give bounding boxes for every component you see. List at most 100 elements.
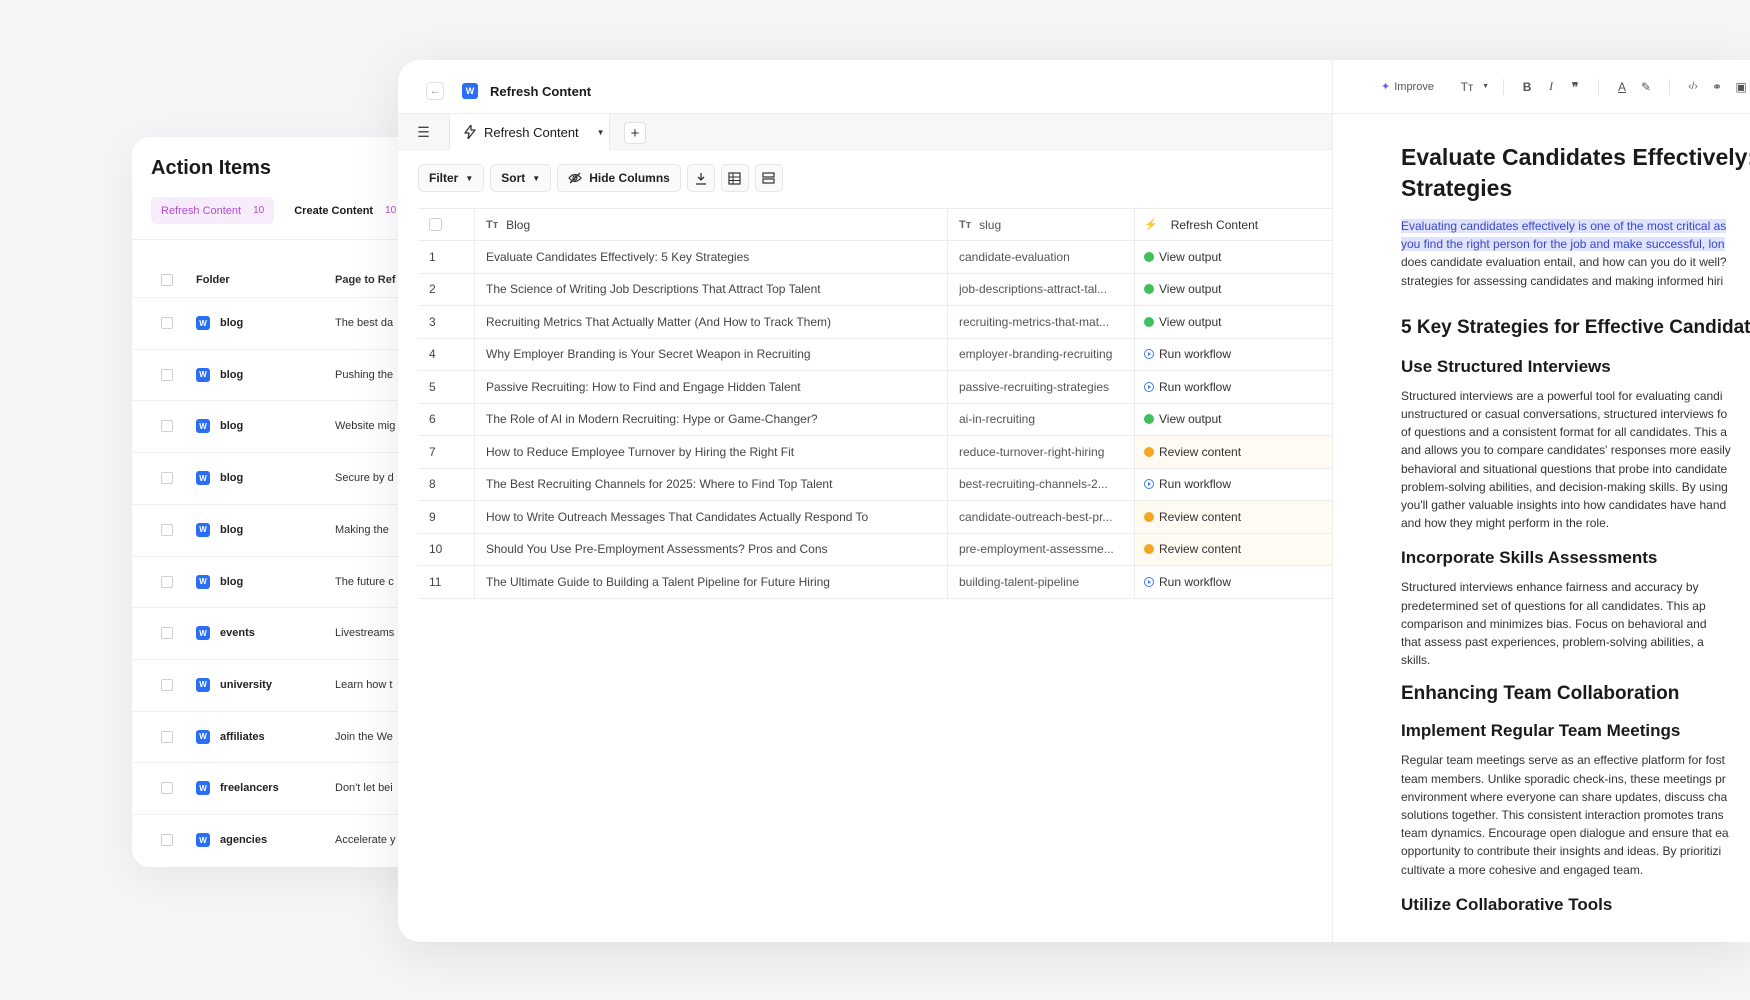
status-action-link[interactable]: Run workflow [1159,575,1231,589]
blog-title-cell[interactable]: How to Reduce Employee Turnover by Hirin… [475,436,948,468]
table-row[interactable]: 10 Should You Use Pre-Employment Assessme… [418,533,1332,566]
row-checkbox[interactable] [161,782,173,795]
status-action-link[interactable]: Review content [1159,510,1241,524]
row-checkbox[interactable] [161,575,173,588]
status-action-link[interactable]: Review content [1159,445,1241,459]
blog-title-cell[interactable]: The Best Recruiting Channels for 2025: W… [475,468,948,500]
hide-columns-button[interactable]: Hide Columns [557,164,681,192]
status-cell[interactable]: Review content [1135,533,1332,565]
status-cell[interactable]: Run workflow [1135,339,1332,371]
blog-title-cell[interactable]: Passive Recruiting: How to Find and Enga… [475,371,948,403]
webflow-logo-icon: W [196,781,210,796]
add-tab-button[interactable]: + [624,122,646,144]
improve-button[interactable]: ✦ Improve [1381,80,1434,94]
row-checkbox[interactable] [161,420,173,433]
slug-cell[interactable]: best-recruiting-channels-2... [948,468,1135,500]
table-row[interactable]: 2 The Science of Writing Job Descriptions… [418,273,1332,306]
italic-icon[interactable]: I [1542,79,1560,94]
status-cell[interactable]: View output [1135,306,1332,338]
slug-cell[interactable]: candidate-outreach-best-pr... [948,501,1135,533]
slug-cell[interactable]: candidate-evaluation [948,241,1135,273]
text-color-icon[interactable]: A [1613,80,1631,94]
table-row[interactable]: 1 Evaluate Candidates Effectively: 5 Key … [418,241,1332,274]
text-style-dropdown[interactable]: Tт [1458,80,1476,94]
status-action-link[interactable]: Run workflow [1159,347,1231,361]
status-action-link[interactable]: Run workflow [1159,477,1231,491]
select-all-checkbox[interactable] [161,274,173,286]
status-action-link[interactable]: View output [1159,250,1222,264]
row-checkbox[interactable] [161,523,173,536]
row-checkbox[interactable] [161,368,173,381]
status-cell[interactable]: View output [1135,274,1332,306]
document-body[interactable]: Evaluate Candidates Effectively: Strateg… [1401,142,1750,915]
blog-title-cell[interactable]: Should You Use Pre-Employment Assessment… [475,533,948,565]
quote-icon[interactable]: ❞ [1566,80,1584,94]
title-line: Strategies [1401,175,1513,201]
page-to-refresh: Making the [335,523,389,536]
status-cell[interactable]: Review content [1135,436,1332,468]
select-all-checkbox[interactable] [429,218,442,231]
status-action-link[interactable]: View output [1159,315,1222,329]
table-row[interactable]: 7 How to Reduce Employee Turnover by Hiri… [418,436,1332,469]
code-icon[interactable]: ‹/› [1684,81,1702,92]
table-row[interactable]: 11 The Ultimate Guide to Building a Talen… [418,566,1332,599]
status-cell[interactable]: Review content [1135,501,1332,533]
slug-cell[interactable]: reduce-turnover-right-hiring [948,436,1135,468]
webflow-logo-icon: W [196,626,210,641]
status-action-link[interactable]: Run workflow [1159,380,1231,394]
blog-title-cell[interactable]: Why Employer Branding is Your Secret Wea… [475,338,948,370]
bold-icon[interactable]: B [1518,80,1536,94]
table-row[interactable]: 3 Recruiting Metrics That Actually Matter… [418,306,1332,339]
table-row[interactable]: 8 The Best Recruiting Channels for 2025: … [418,468,1332,501]
table-row[interactable]: 9 How to Write Outreach Messages That Can… [418,501,1332,534]
slug-text: recruiting-metrics-that-mat... [959,314,1110,329]
slug-cell[interactable]: recruiting-metrics-that-mat... [948,306,1135,338]
slug-cell[interactable]: employer-branding-recruiting [948,338,1135,370]
slug-cell[interactable]: ai-in-recruiting [948,403,1135,435]
status-action-link[interactable]: View output [1159,412,1222,426]
link-icon[interactable]: ⚭ [1708,80,1726,94]
menu-button[interactable]: ☰ [398,114,450,150]
row-checkbox[interactable] [161,317,173,329]
status-action-link[interactable]: View output [1159,282,1222,296]
tab-refresh-content[interactable]: Refresh Content 10 [151,197,275,224]
status-cell[interactable]: Run workflow [1135,566,1332,598]
download-button[interactable] [686,164,715,192]
status-cell[interactable]: Run workflow [1135,469,1332,501]
status-cell[interactable]: View output [1135,241,1332,273]
slug-cell[interactable]: job-descriptions-attract-tal... [948,273,1135,305]
slug-cell[interactable]: passive-recruiting-strategies [948,371,1135,403]
status-cell[interactable]: Run workflow [1135,371,1332,403]
sort-button[interactable]: Sort ▼ [490,164,552,192]
blog-title-cell[interactable]: The Ultimate Guide to Building a Talent … [475,566,948,598]
highlighter-icon[interactable]: ✎ [1637,80,1655,94]
blog-title-cell[interactable]: Recruiting Metrics That Actually Matter … [475,306,948,338]
blog-title-cell[interactable]: How to Write Outreach Messages That Cand… [475,501,948,533]
table-row[interactable]: 6 The Role of AI in Modern Recruiting: Hy… [418,403,1332,436]
column-header-slug[interactable]: Tт slug [948,209,1135,240]
row-height-button[interactable] [754,164,783,192]
blog-title-cell[interactable]: The Science of Writing Job Descriptions … [475,273,948,305]
filter-button[interactable]: Filter ▼ [418,164,485,192]
slug-cell[interactable]: building-talent-pipeline [948,566,1135,598]
tab-create-content[interactable]: Create Content 10 [284,197,407,224]
status-cell[interactable]: View output [1135,404,1332,436]
table-row[interactable]: 4 Why Employer Branding is Your Secret We… [418,338,1332,371]
column-header-blog[interactable]: Tт Blog [475,209,948,240]
row-checkbox[interactable] [161,472,173,485]
row-checkbox[interactable] [161,678,173,691]
back-button[interactable]: ← [426,82,444,100]
status-action-link[interactable]: Review content [1159,542,1241,556]
tab-refresh-content-sheet[interactable]: Refresh Content ▼ [450,114,610,150]
column-header-refresh-content[interactable]: ⚡ Refresh Content [1135,209,1332,240]
row-checkbox[interactable] [161,834,173,846]
table-row[interactable]: 5 Passive Recruiting: How to Find and Eng… [418,371,1332,404]
blog-title-cell[interactable]: Evaluate Candidates Effectively: 5 Key S… [475,241,948,273]
row-checkbox[interactable] [161,730,173,743]
table-view-button[interactable] [720,164,749,192]
row-checkbox[interactable] [161,627,173,640]
slug-cell[interactable]: pre-employment-assessme... [948,533,1135,565]
image-icon[interactable]: ▣ [1732,80,1750,94]
caret-down-icon[interactable]: ▼ [597,128,605,137]
blog-title-cell[interactable]: The Role of AI in Modern Recruiting: Hyp… [475,403,948,435]
